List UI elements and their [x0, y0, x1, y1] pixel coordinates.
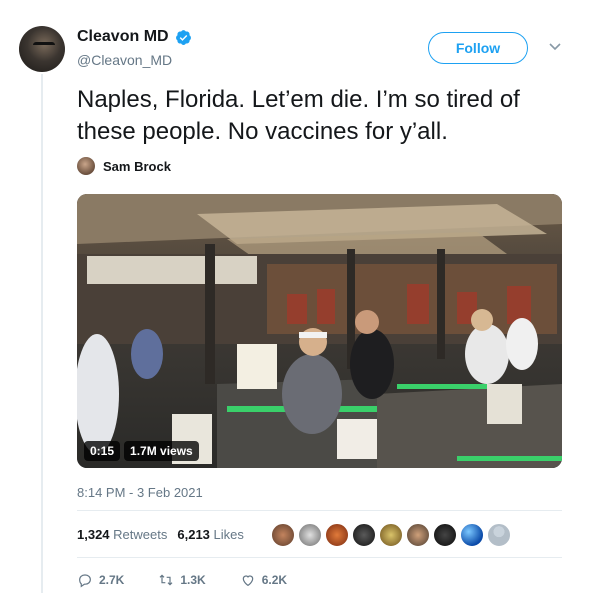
liker-avatar[interactable] [325, 523, 349, 547]
likes-stat-label: Likes [213, 527, 244, 542]
retweet-action[interactable]: 1.3K [158, 572, 206, 588]
author-name-row[interactable]: Cleavon MD [77, 28, 192, 46]
retweets-stat-count: 1,324 [77, 527, 110, 542]
tweet-timestamp[interactable]: 8:14 PM - 3 Feb 2021 [77, 485, 203, 500]
liker-avatar[interactable] [433, 523, 457, 547]
liker-avatar[interactable] [379, 523, 403, 547]
liker-avatar[interactable] [298, 523, 322, 547]
video-overlay-badges: 0:15 1.7M views [84, 441, 199, 461]
video-player[interactable] [77, 194, 562, 468]
like-icon [242, 575, 253, 587]
likers-avatars[interactable] [271, 523, 511, 547]
attribution-name[interactable]: Sam Brock [103, 159, 171, 174]
engagement-stats: 1,324 Retweets 6,213 Likes [77, 527, 244, 542]
divider-top [77, 510, 562, 511]
like-action[interactable]: 6.2K [240, 572, 287, 588]
author-display-name[interactable]: Cleavon MD [77, 28, 169, 46]
liker-avatar-default[interactable] [487, 523, 511, 547]
attribution-avatar[interactable] [77, 157, 95, 175]
liker-avatar[interactable] [460, 523, 484, 547]
like-count: 6.2K [261, 573, 288, 587]
video-views-badge: 1.7M views [124, 441, 199, 461]
tweet-text: Naples, Florida. Let’em die. I’m so tire… [77, 86, 520, 145]
video-attribution[interactable]: Sam Brock [77, 157, 171, 175]
video-frame-image [77, 194, 562, 468]
reply-count: 2.7K [99, 573, 125, 587]
retweet-count: 1.3K [180, 573, 206, 587]
verified-badge-icon [175, 29, 191, 45]
reply-action[interactable]: 2.7K [77, 572, 124, 588]
divider-bottom [77, 557, 562, 558]
video-duration-badge: 0:15 [84, 441, 121, 461]
thread-line [41, 74, 43, 593]
retweet-icon [159, 574, 173, 586]
retweets-stat[interactable]: 1,324 Retweets [77, 527, 167, 542]
liker-avatar[interactable] [352, 523, 376, 547]
likes-stat[interactable]: 6,213 Likes [177, 527, 244, 542]
liker-avatar[interactable] [406, 523, 430, 547]
likes-stat-count: 6,213 [177, 527, 210, 542]
author-handle[interactable]: @Cleavon_MD [77, 52, 172, 68]
tweet-actions: 2.7K 1.3K 6.2K [77, 572, 321, 588]
reply-icon [79, 574, 91, 588]
chevron-down-icon[interactable] [548, 42, 562, 52]
author-avatar[interactable] [19, 26, 65, 72]
follow-button[interactable]: Follow [428, 32, 528, 64]
liker-avatar[interactable] [271, 523, 295, 547]
retweets-stat-label: Retweets [113, 527, 168, 542]
